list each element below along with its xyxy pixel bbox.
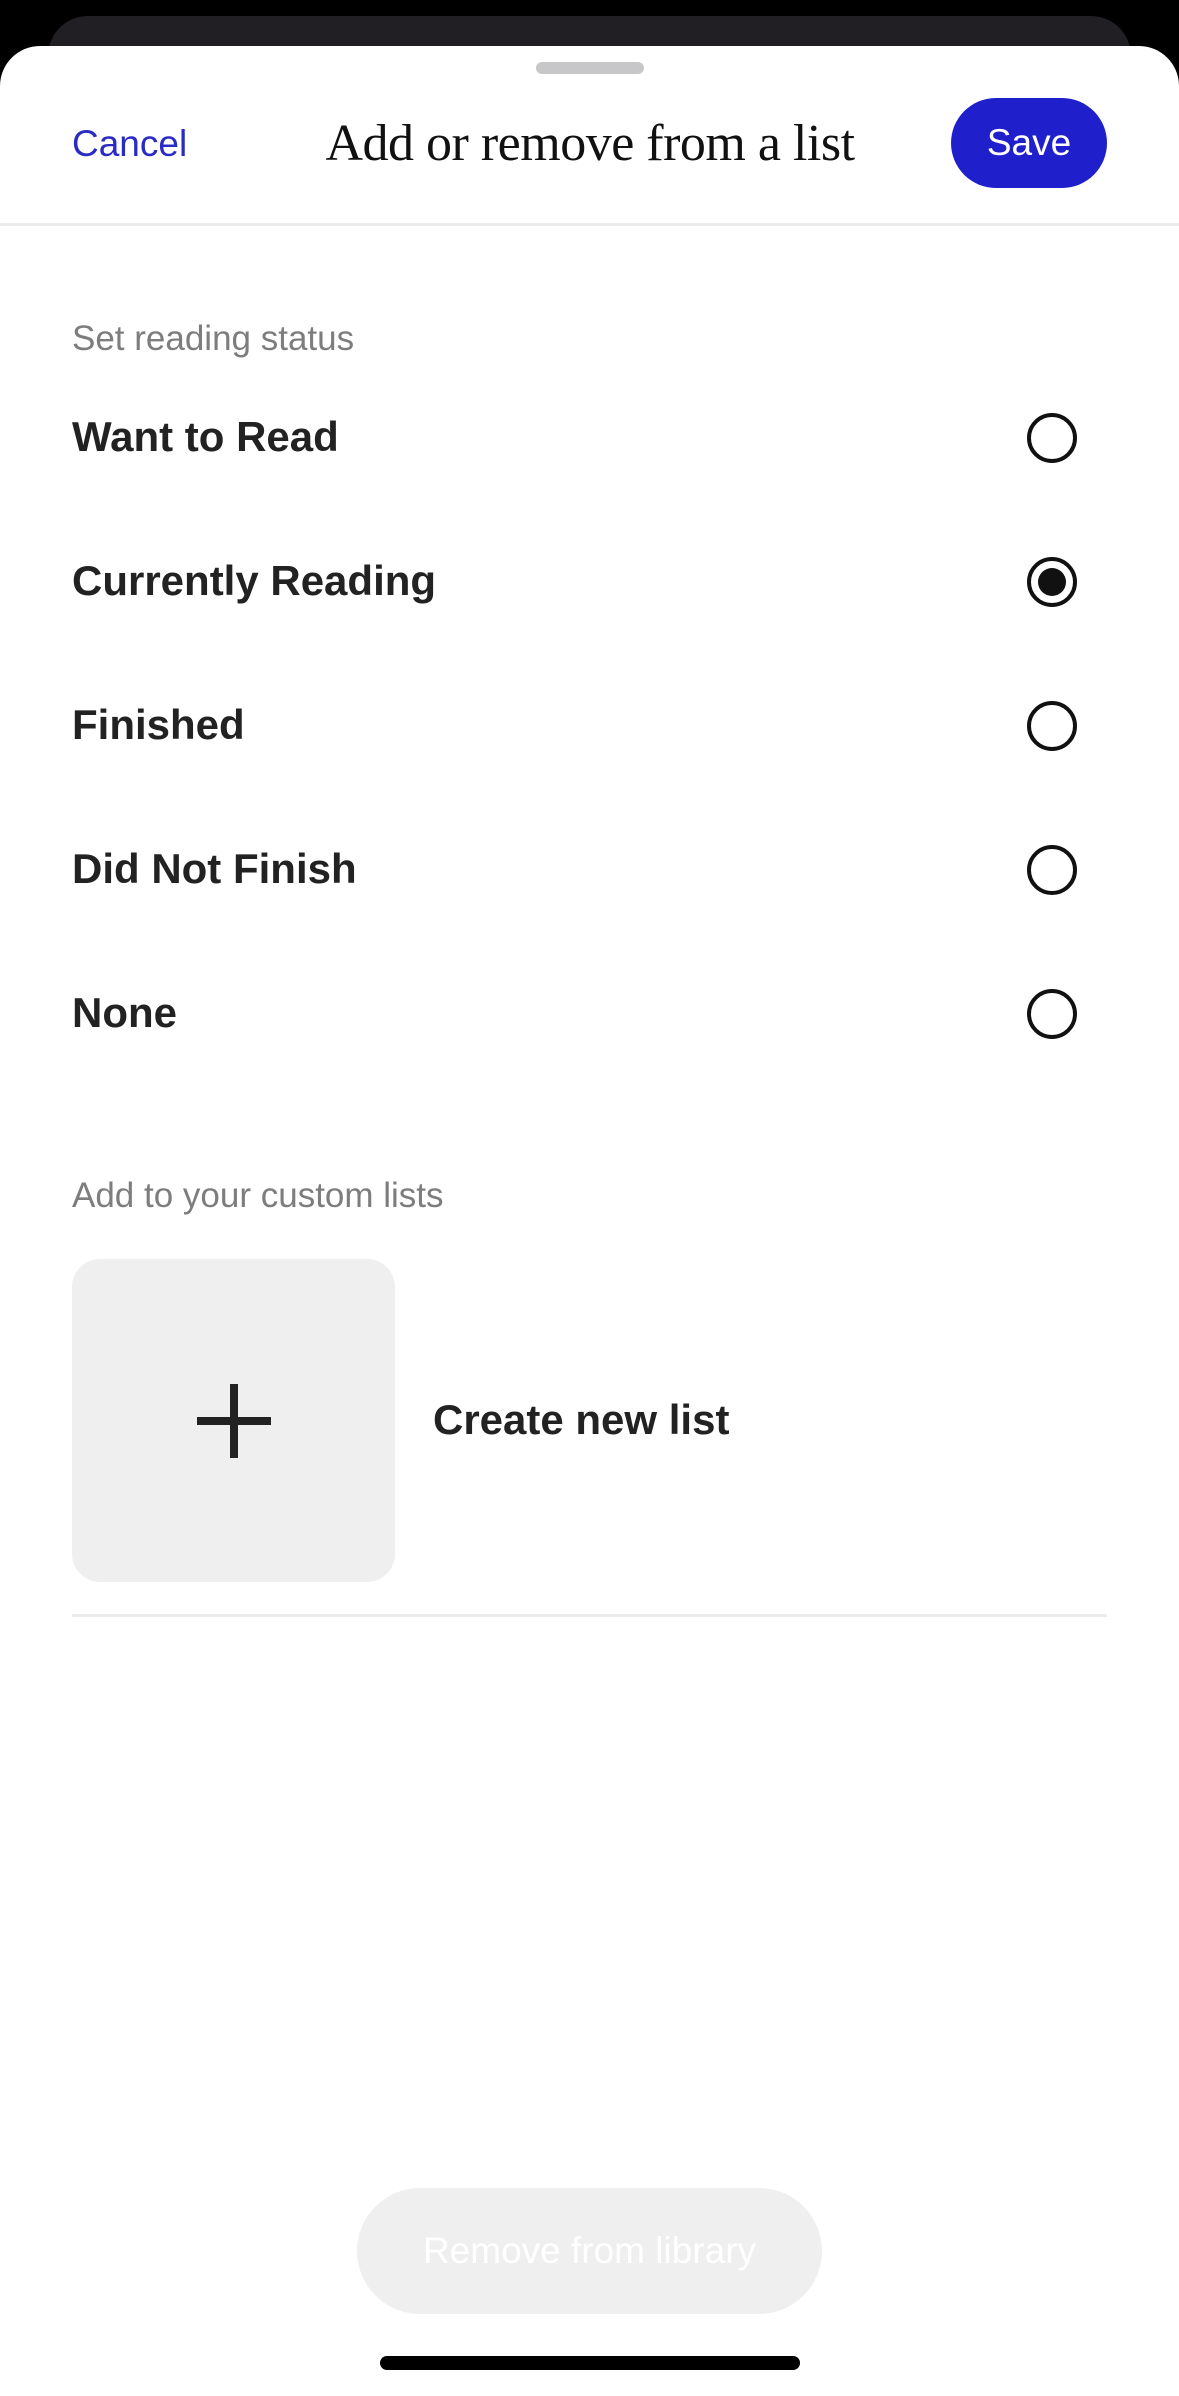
radio-button[interactable]	[1027, 413, 1077, 463]
status-option-currently-reading[interactable]: Currently Reading	[72, 526, 1107, 636]
status-option-label: Want to Read	[72, 413, 339, 460]
status-option-did-not-finish[interactable]: Did Not Finish	[72, 814, 1107, 924]
status-option-none[interactable]: None	[72, 958, 1107, 1068]
sheet-header: Cancel Add or remove from a list Save	[0, 46, 1179, 226]
home-indicator	[380, 2356, 800, 2370]
create-list-tile[interactable]	[72, 1259, 395, 1582]
custom-lists-label: Add to your custom lists	[72, 1176, 444, 1215]
create-list-label: Create new list	[433, 1396, 730, 1443]
status-option-want-to-read[interactable]: Want to Read	[72, 382, 1107, 492]
status-option-label: Currently Reading	[72, 557, 437, 604]
radio-button[interactable]	[1027, 701, 1077, 751]
list-sheet: Cancel Add or remove from a list Save Se…	[0, 46, 1179, 2396]
radio-button[interactable]	[1027, 989, 1077, 1039]
cancel-button[interactable]: Cancel	[72, 118, 187, 170]
remove-from-library-button[interactable]: Remove from library	[357, 2188, 822, 2314]
status-option-label: None	[72, 989, 177, 1036]
status-option-label: Did Not Finish	[72, 845, 357, 892]
radio-button-selected[interactable]	[1027, 557, 1077, 607]
save-button[interactable]: Save	[951, 98, 1107, 188]
status-option-finished[interactable]: Finished	[72, 670, 1107, 780]
sheet-title: Add or remove from a list	[325, 115, 855, 172]
list-divider	[72, 1614, 1107, 1617]
reading-status-label: Set reading status	[72, 319, 355, 358]
status-option-label: Finished	[72, 701, 245, 748]
plus-icon	[197, 1384, 271, 1458]
create-new-list-button[interactable]: Create new list	[72, 1259, 1107, 1583]
radio-button[interactable]	[1027, 845, 1077, 895]
